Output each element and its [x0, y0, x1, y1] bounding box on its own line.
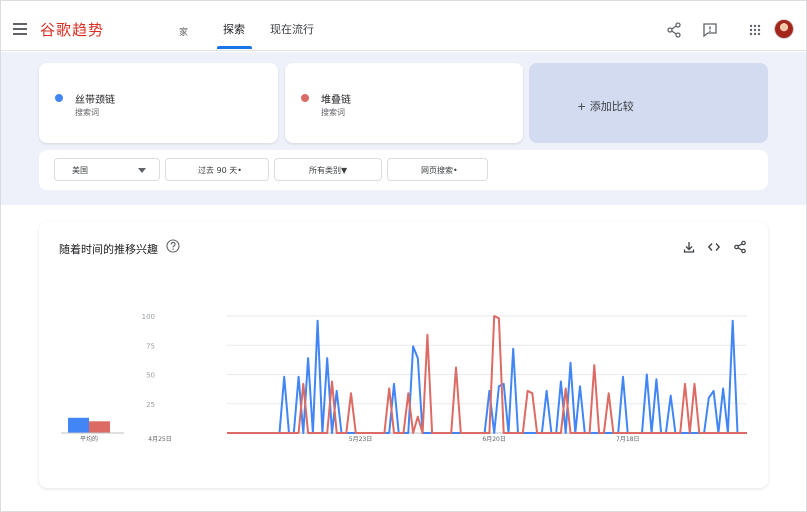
apps-grid-icon[interactable]	[746, 21, 764, 39]
interest-line-chart: 100 75 50 25 4月25日 5月23日 6月20日 7月18日 平均的	[61, 313, 747, 443]
menu-icon[interactable]	[13, 23, 27, 35]
tab-explore[interactable]: 探索	[223, 21, 245, 37]
region-value: 美国	[72, 166, 88, 175]
average-bar-1	[68, 417, 89, 433]
term-color-dot	[301, 94, 309, 102]
trends-page: 谷歌趋势 家 探索 现在流行 丝带颈链 搜索词 堆叠链 搜索词 + 添加比较 美…	[0, 0, 807, 512]
top-app-bar: 谷歌趋势 家 探索 现在流行	[1, 9, 806, 51]
term-card-2[interactable]: 堆叠链 搜索词	[285, 63, 523, 143]
x-tick-label: 6月20日	[482, 436, 505, 443]
time-range-filter[interactable]: 过去 90 天•	[165, 158, 269, 181]
filter-bar: 美国 过去 90 天• 所有类别▼ 网页搜索•	[39, 150, 768, 190]
y-tick-label: 25	[146, 401, 155, 409]
x-tick-label: 4月25日	[148, 436, 171, 443]
active-tab-indicator	[217, 46, 252, 49]
category-filter[interactable]: 所有类别▼	[274, 158, 382, 181]
search-type-filter[interactable]: 网页搜索•	[387, 158, 488, 181]
interest-over-time-card: 随着时间的推移兴趣 100 75 50 25 4月25日 5月23日 6月20日 7月18日平…	[39, 222, 768, 488]
term-name: 丝带颈链	[75, 95, 115, 106]
term-color-dot	[55, 94, 63, 102]
avatar[interactable]	[774, 19, 794, 39]
app-logo[interactable]: 谷歌趋势	[40, 19, 104, 40]
add-comparison-button[interactable]: + 添加比较	[529, 63, 768, 143]
search-type-value: 网页搜索•	[421, 166, 458, 175]
term-type: 搜索词	[75, 108, 99, 117]
nav-home-link[interactable]: 家	[179, 25, 188, 38]
y-tick-label: 75	[146, 342, 155, 350]
feedback-icon[interactable]	[701, 21, 719, 39]
dropdown-arrow-icon	[138, 168, 146, 173]
share-icon[interactable]	[665, 21, 683, 39]
y-tick-label: 100	[142, 313, 155, 321]
tab-trending-now[interactable]: 现在流行	[270, 21, 314, 37]
region-filter[interactable]: 美国	[54, 158, 160, 181]
average-bar-2	[89, 421, 110, 433]
term-type: 搜索词	[321, 108, 345, 117]
add-comparison-label: + 添加比较	[577, 100, 634, 113]
term-card-1[interactable]: 丝带颈链 搜索词	[39, 63, 278, 143]
y-tick-label: 50	[146, 372, 155, 380]
category-value: 所有类别▼	[309, 166, 348, 175]
x-tick-label: 5月23日	[349, 436, 372, 443]
term-name: 堆叠链	[321, 95, 351, 106]
x-tick-label: 7月18日	[616, 436, 639, 443]
average-label: 平均的	[80, 435, 98, 443]
series-line-1	[227, 319, 747, 434]
time-range-value: 过去 90 天•	[198, 166, 242, 175]
